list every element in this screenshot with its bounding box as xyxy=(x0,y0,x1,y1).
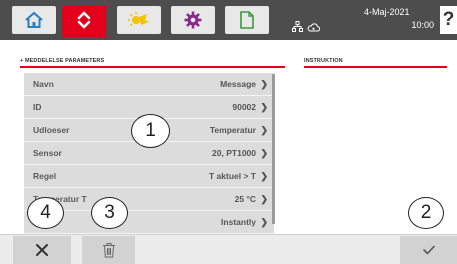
callout-2: 2 xyxy=(408,197,444,229)
date-time: 4-Maj-2021 10:00 xyxy=(360,6,440,32)
chevron-right-icon: ❯ xyxy=(260,216,268,227)
param-value: Instantly xyxy=(221,217,256,227)
weather-icon xyxy=(128,12,149,27)
instruction-section-rule xyxy=(304,66,447,68)
cloud-icon xyxy=(307,22,320,31)
delete-button[interactable] xyxy=(82,236,135,264)
chevron-right-icon: ❯ xyxy=(260,193,268,204)
param-name: Sensor xyxy=(33,148,62,158)
callout-1: 1 xyxy=(131,114,170,148)
chevron-right-icon: ❯ xyxy=(260,124,268,135)
instruction-section-title: INSTRUKTION xyxy=(304,58,343,64)
callout-3: 3 xyxy=(91,197,128,229)
help-button[interactable]: ? xyxy=(440,6,457,34)
confirm-button[interactable] xyxy=(400,236,457,264)
time-label: 10:00 xyxy=(411,20,434,30)
close-button[interactable] xyxy=(13,236,71,264)
tab-documents[interactable] xyxy=(225,6,269,34)
document-icon xyxy=(240,11,254,29)
tab-settings[interactable] xyxy=(171,6,215,34)
param-row-navn[interactable]: Navn Message ❯ xyxy=(24,73,274,96)
param-value: 90002 xyxy=(232,102,256,112)
date-label: 4-Maj-2021 xyxy=(364,7,410,17)
param-name: ID xyxy=(33,102,42,112)
tab-home[interactable] xyxy=(12,6,56,34)
param-value: Message xyxy=(220,79,256,89)
list-scrollbar[interactable] xyxy=(272,74,275,224)
param-name: Udloeser xyxy=(33,125,70,135)
param-value: Temperatur xyxy=(209,125,256,135)
param-name: Regel xyxy=(33,171,57,181)
close-icon xyxy=(36,244,48,256)
params-section-rule xyxy=(20,66,285,68)
callout-4: 4 xyxy=(27,197,64,229)
params-section-title: + MEDDELELSE PARAMETERS xyxy=(20,58,105,64)
param-value: 20, PT1000 xyxy=(212,148,256,158)
status-icons xyxy=(292,21,320,32)
gear-icon xyxy=(184,11,202,29)
param-name: Temperatur T xyxy=(33,194,87,204)
param-row-regel[interactable]: Regel T aktuel > T ❯ xyxy=(24,165,274,188)
tab-messages[interactable] xyxy=(62,6,106,34)
param-value: T aktuel > T xyxy=(209,171,256,181)
param-value: 25 °C xyxy=(234,194,256,204)
network-icon xyxy=(292,21,303,32)
swap-arrows-icon xyxy=(77,11,91,29)
chevron-right-icon: ❯ xyxy=(260,78,268,89)
active-tab-indicator xyxy=(62,34,106,37)
home-icon xyxy=(25,11,43,28)
tab-weather[interactable] xyxy=(117,6,161,34)
chevron-right-icon: ❯ xyxy=(260,101,268,112)
check-icon xyxy=(422,245,435,255)
chevron-right-icon: ❯ xyxy=(260,170,268,181)
trash-icon xyxy=(102,243,115,258)
chevron-right-icon: ❯ xyxy=(260,147,268,158)
param-name: Navn xyxy=(33,79,54,89)
